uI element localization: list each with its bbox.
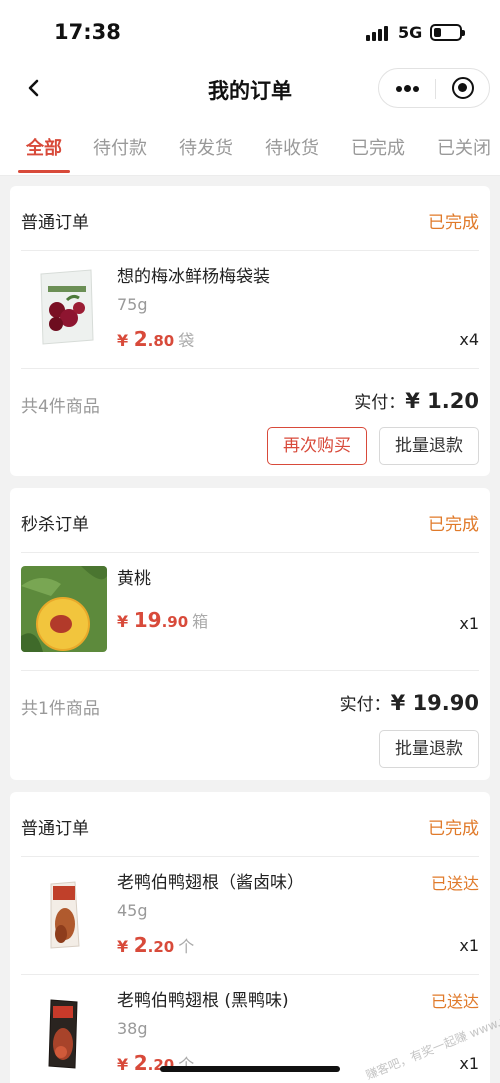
- product-image-yellow-peach: [21, 566, 107, 652]
- item-count: 共1件商品: [21, 699, 100, 719]
- price-unit: 袋: [178, 331, 195, 350]
- price-integer: 2: [133, 1051, 148, 1075]
- product-spec: 75g: [117, 295, 148, 314]
- paid-label: 实付：: [339, 695, 391, 715]
- order-card[interactable]: 秒杀订单 已完成 黄桃 ¥ 19.90 箱 x1 共1件商品 实付：¥ 19.90…: [10, 488, 490, 780]
- product-image-duck-wing-soy: [21, 870, 107, 956]
- tab-all[interactable]: 全部: [26, 134, 62, 160]
- mini-program-capsule: [378, 68, 490, 108]
- price-currency: ¥: [117, 1055, 129, 1074]
- item-count: 共4件商品: [21, 397, 100, 417]
- product-quantity: x4: [459, 330, 479, 349]
- tab-pending-receipt[interactable]: 待收货: [265, 134, 319, 160]
- capsule-divider: [435, 79, 436, 99]
- order-type: 秒杀订单: [21, 515, 89, 535]
- target-close-icon[interactable]: [452, 77, 474, 99]
- tab-completed[interactable]: 已完成: [351, 134, 405, 160]
- price-decimal: .90: [161, 613, 189, 631]
- order-item[interactable]: 想的梅冰鲜杨梅袋装 75g ¥ 2.80 袋 x4: [10, 250, 490, 368]
- paid-amount: ¥ 19.90: [390, 691, 479, 715]
- paid-total: 实付：¥ 1.20: [354, 388, 479, 413]
- paid-total: 实付：¥ 19.90: [340, 690, 479, 715]
- price-currency: ¥: [117, 937, 129, 956]
- order-item[interactable]: 黄桃 ¥ 19.90 箱 x1: [10, 552, 490, 670]
- order-card[interactable]: 普通订单 已完成 想的梅冰鲜杨梅袋装 75g ¥ 2.80 袋 x4 共4件商品 …: [10, 186, 490, 476]
- order-type: 普通订单: [21, 819, 89, 839]
- product-price: ¥ 2.20 个: [117, 933, 194, 957]
- product-name: 老鸭伯鸭翅根（酱卤味）: [117, 873, 304, 893]
- tab-closed[interactable]: 已关闭: [437, 134, 491, 160]
- divider: [21, 368, 479, 369]
- divider: [21, 670, 479, 671]
- order-tabs: 全部 待付款 待发货 待收货 已完成 已关闭: [0, 116, 500, 176]
- price-decimal: .20: [147, 938, 175, 956]
- paid-amount: ¥ 1.20: [405, 389, 479, 413]
- product-name: 想的梅冰鲜杨梅袋装: [117, 267, 270, 287]
- price-integer: 2: [133, 933, 148, 957]
- price-unit: 箱: [192, 612, 209, 631]
- price-currency: ¥: [117, 331, 129, 350]
- order-status: 已完成: [428, 213, 479, 233]
- batch-refund-button[interactable]: 批量退款: [379, 730, 479, 768]
- product-spec: 45g: [117, 901, 148, 920]
- product-name: 黄桃: [117, 569, 151, 589]
- network-type: 5G: [398, 23, 423, 42]
- paid-label: 实付：: [354, 393, 406, 413]
- product-image-bayberry: [21, 264, 107, 350]
- price-integer: 19: [133, 608, 162, 632]
- order-status: 已完成: [428, 819, 479, 839]
- status-bar: 17:38 5G: [0, 0, 500, 62]
- price-unit: 个: [178, 937, 195, 956]
- price-currency: ¥: [117, 612, 129, 631]
- delivery-state: 已送达: [430, 992, 479, 1011]
- price-decimal: .80: [147, 332, 175, 350]
- product-quantity: x1: [459, 614, 479, 633]
- product-name: 老鸭伯鸭翅根 (黑鸭味): [117, 991, 289, 1011]
- battery-icon: [430, 24, 465, 41]
- buy-again-button[interactable]: 再次购买: [267, 427, 367, 465]
- more-dots-icon[interactable]: [379, 69, 435, 107]
- order-card[interactable]: 普通订单 已完成 老鸭伯鸭翅根（酱卤味） 已送达 45g ¥ 2.20个 x1: [10, 792, 490, 1083]
- product-spec: 38g: [117, 1019, 148, 1038]
- product-image-duck-wing-black: [21, 988, 107, 1074]
- price-integer: 2: [133, 327, 148, 351]
- tab-pending-payment[interactable]: 待付款: [93, 134, 147, 160]
- nav-bar: 我的订单: [0, 62, 500, 116]
- delivery-state: 已送达: [430, 874, 479, 893]
- order-type: 普通订单: [21, 213, 89, 233]
- signal-icon: [366, 25, 392, 41]
- product-quantity: x1: [459, 936, 479, 955]
- battery-level: [434, 28, 441, 37]
- product-price: ¥ 19.90 箱: [117, 608, 208, 632]
- tab-pending-shipment[interactable]: 待发货: [179, 134, 233, 160]
- order-item[interactable]: 老鸭伯鸭翅根（酱卤味） 已送达 45g ¥ 2.20 个 x1: [10, 856, 490, 974]
- status-time: 17:38: [54, 20, 121, 44]
- home-indicator: [160, 1066, 340, 1072]
- batch-refund-button[interactable]: 批量退款: [379, 427, 479, 465]
- product-quantity: x1: [459, 1054, 479, 1073]
- active-tab-indicator: [18, 170, 70, 173]
- order-status: 已完成: [428, 515, 479, 535]
- product-price: ¥ 2.80 袋: [117, 327, 194, 351]
